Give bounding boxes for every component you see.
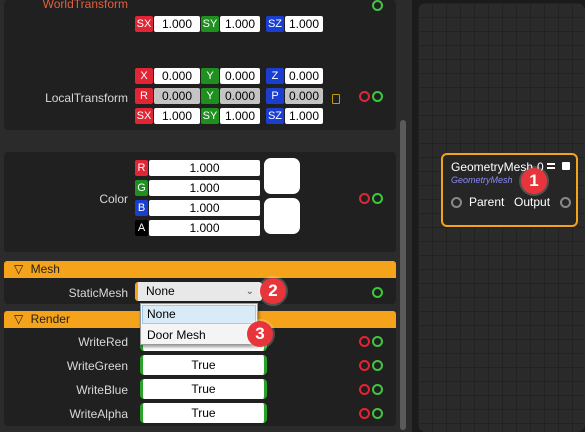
write-red-input-connector-icon[interactable] (359, 336, 370, 347)
static-mesh-select[interactable]: None ⌄ (135, 282, 262, 301)
color-a-badge: A (135, 220, 148, 236)
world-sx-input[interactable]: 1.000 (154, 16, 200, 32)
marker-3: 3 (247, 321, 273, 347)
world-sz-badge: SZ (266, 16, 284, 32)
local-sz-input[interactable]: 1.000 (285, 108, 323, 124)
local-ry-input[interactable]: 0.000 (220, 88, 260, 104)
write-red-label: WriteRed (78, 335, 128, 349)
color-input-connector-icon[interactable] (359, 193, 370, 204)
local-sy-badge: SY (201, 108, 219, 124)
color-panel: Color R 1.000 G 1.000 B 1.000 A 1.000 (4, 152, 396, 252)
color-label: Color (99, 192, 128, 206)
local-p-input[interactable]: 0.000 (285, 88, 323, 104)
color-b-badge: B (135, 200, 148, 216)
local-sy-input[interactable]: 1.000 (220, 108, 260, 124)
node-subtitle: GeometryMesh (451, 175, 513, 185)
node-title: GeometryMesh (451, 160, 534, 174)
local-r-badge: R (135, 88, 153, 104)
write-alpha-label: WriteAlpha (69, 407, 128, 421)
static-mesh-dropdown: None Door Mesh (140, 303, 258, 345)
local-z-badge: Z (266, 68, 284, 84)
chevron-down-icon: ⌄ (245, 286, 254, 297)
static-mesh-connector-icon[interactable] (372, 287, 383, 298)
world-sz-input[interactable]: 1.000 (285, 16, 323, 32)
properties-panel: WorldTransform SX 1.000 SY 1.000 SZ 1.00… (0, 0, 412, 432)
local-sx-input[interactable]: 1.000 (154, 108, 200, 124)
write-green-input-connector-icon[interactable] (359, 360, 370, 371)
world-sx-badge: SX (135, 16, 153, 32)
local-transform-label: LocalTransform (45, 91, 128, 105)
local-r-input[interactable]: 0.000 (154, 88, 200, 104)
node-graph-canvas[interactable]: GeometryMesh 0 GeometryMesh Parent Outpu… (418, 3, 585, 432)
marker-2: 2 (260, 278, 286, 304)
local-x-input[interactable]: 0.000 (154, 68, 200, 84)
world-sy-badge: SY (201, 16, 219, 32)
marker-1: 1 (521, 168, 547, 194)
write-blue-output-connector-icon[interactable] (372, 384, 383, 395)
local-ry-badge: Y (201, 88, 219, 104)
write-blue-input-connector-icon[interactable] (359, 384, 370, 395)
color-g-badge: G (135, 180, 148, 196)
local-transform-input-connector-icon[interactable] (359, 91, 370, 102)
write-blue-field[interactable]: True (140, 379, 267, 399)
world-sy-input[interactable]: 1.000 (220, 16, 260, 32)
static-mesh-label: StaticMesh (68, 286, 128, 300)
world-transform-label: WorldTransform (42, 0, 128, 11)
mesh-section-header[interactable]: ▽ Mesh (4, 261, 396, 278)
color-swatch-rgb[interactable] (264, 158, 300, 194)
color-a-input[interactable]: 1.000 (149, 220, 260, 236)
parent-label: Parent (469, 195, 505, 209)
color-r-badge: R (135, 160, 148, 176)
color-g-input[interactable]: 1.000 (149, 180, 260, 196)
parent-port-icon[interactable] (451, 197, 462, 208)
node-save-icon[interactable] (562, 162, 570, 170)
output-port-icon[interactable] (560, 197, 571, 208)
local-sx-badge: SX (135, 108, 153, 124)
color-b-input[interactable]: 1.000 (149, 200, 260, 216)
write-green-output-connector-icon[interactable] (372, 360, 383, 371)
local-p-badge: P (266, 88, 284, 104)
write-alpha-field[interactable]: True (140, 403, 267, 423)
write-blue-label: WriteBlue (76, 383, 128, 397)
local-y-badge: Y (201, 68, 219, 84)
write-alpha-output-connector-icon[interactable] (372, 408, 383, 419)
mesh-section-title: Mesh (30, 262, 60, 276)
dropdown-option-none[interactable]: None (142, 305, 256, 324)
write-green-label: WriteGreen (66, 359, 128, 373)
mesh-panel: StaticMesh None ⌄ (4, 278, 396, 304)
node-menu-icon[interactable] (547, 163, 555, 169)
write-red-output-connector-icon[interactable] (372, 336, 383, 347)
output-label: Output (514, 195, 551, 209)
geometry-mesh-node[interactable]: GeometryMesh 0 GeometryMesh Parent Outpu… (441, 153, 578, 227)
write-alpha-input-connector-icon[interactable] (359, 408, 370, 419)
color-output-connector-icon[interactable] (372, 193, 383, 204)
collapse-triangle-icon: ▽ (14, 262, 24, 276)
local-sz-badge: SZ (266, 108, 284, 124)
scrollbar-thumb[interactable] (400, 120, 406, 430)
world-transform-connector-icon[interactable] (372, 0, 383, 11)
static-mesh-value: None (146, 284, 175, 298)
local-y-input[interactable]: 0.000 (220, 68, 260, 84)
local-transform-output-connector-icon[interactable] (372, 91, 383, 102)
local-z-input[interactable]: 0.000 (285, 68, 323, 84)
render-section-title: Render (30, 312, 70, 326)
local-x-badge: X (135, 68, 153, 84)
color-swatch-alpha[interactable] (264, 198, 300, 234)
link-toggle-icon[interactable] (332, 94, 340, 104)
dropdown-option-door-mesh[interactable]: Door Mesh (142, 326, 256, 344)
color-r-input[interactable]: 1.000 (149, 160, 260, 176)
transform-panel: WorldTransform SX 1.000 SY 1.000 SZ 1.00… (4, 0, 396, 130)
collapse-triangle-icon: ▽ (14, 312, 24, 326)
write-green-field[interactable]: True (140, 355, 267, 375)
